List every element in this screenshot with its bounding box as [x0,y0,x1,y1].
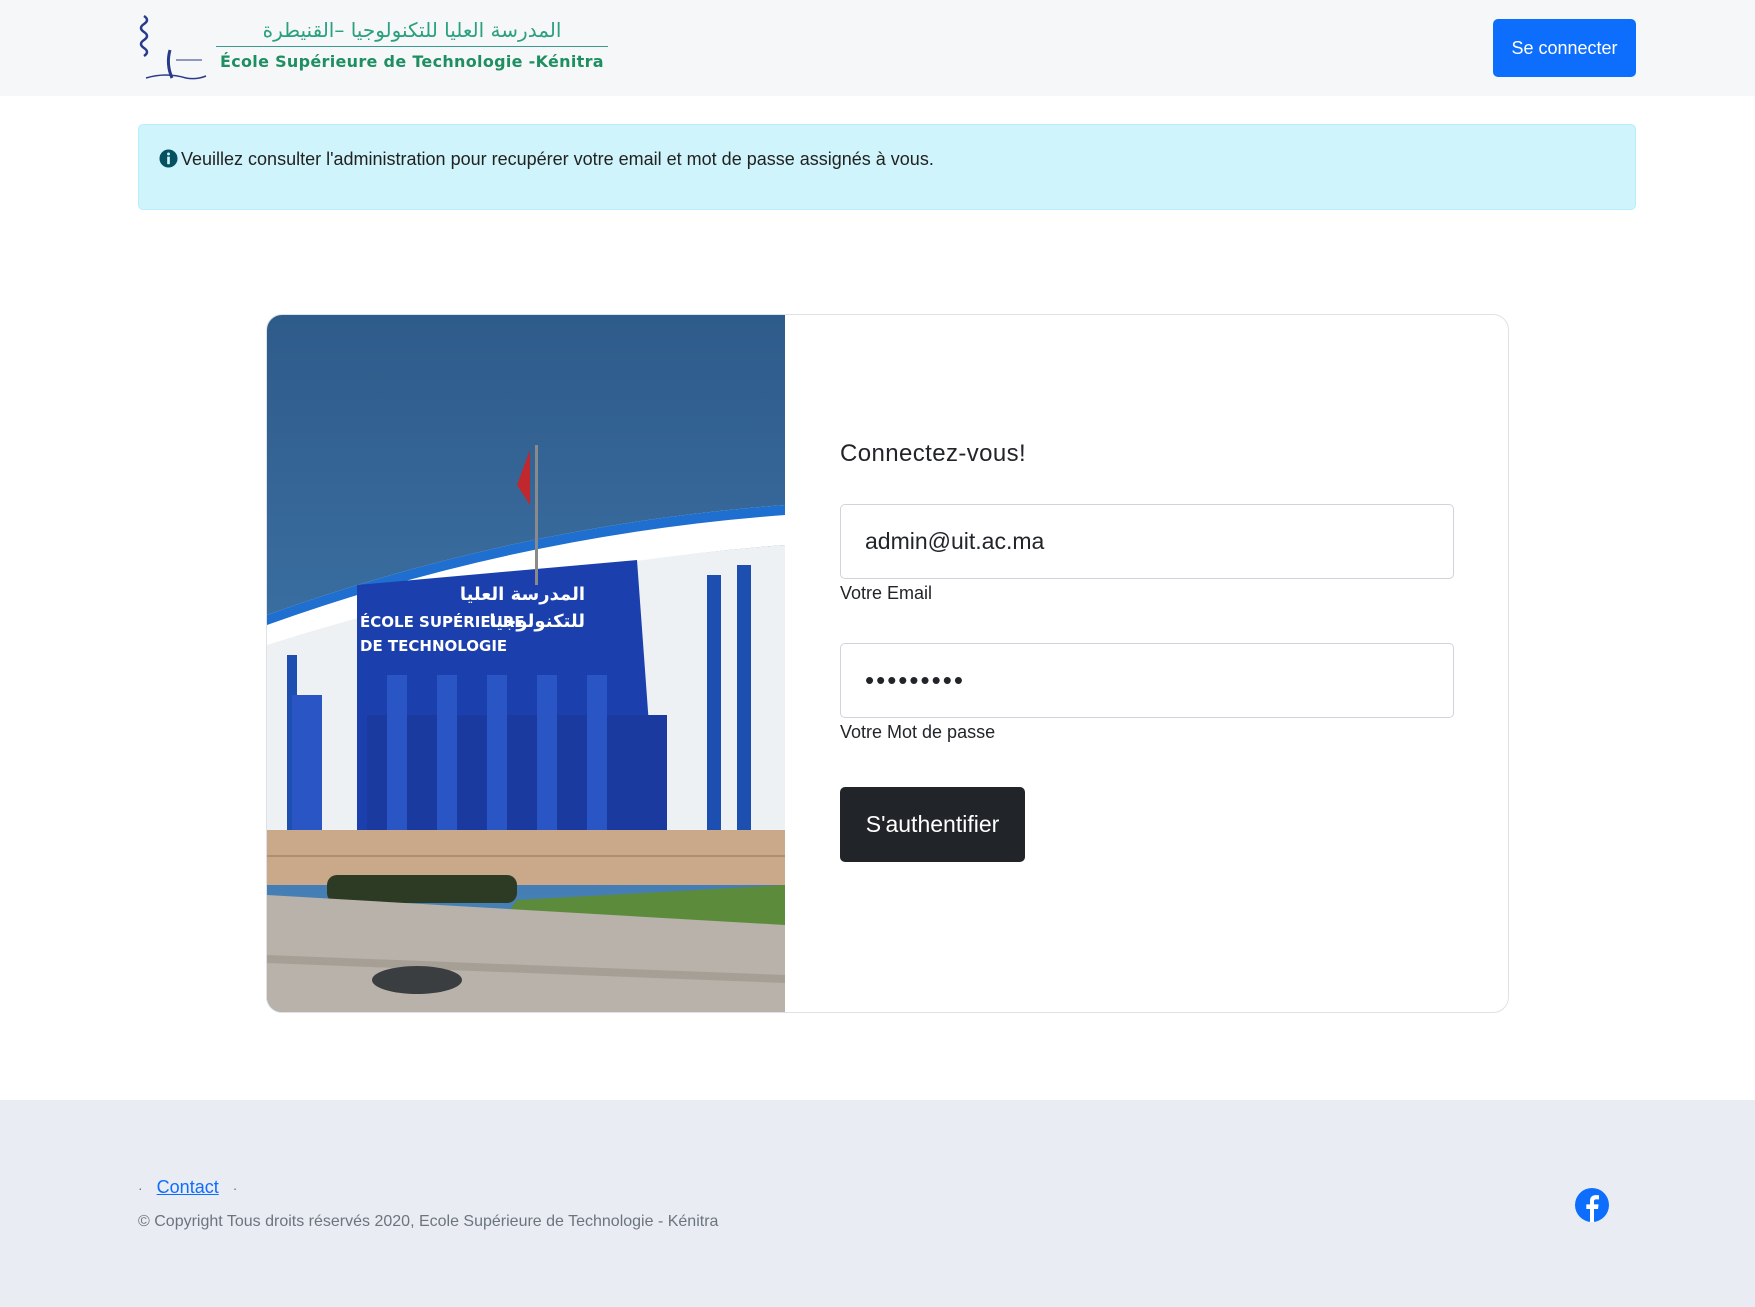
top-navbar: المدرسة العليا للتكنولوجيا –القنيطرة Éco… [0,0,1755,96]
password-label: Votre Mot de passe [840,722,996,742]
school-logo[interactable]: المدرسة العليا للتكنولوجيا –القنيطرة Éco… [138,12,613,84]
facebook-icon[interactable] [1575,1188,1609,1222]
authenticate-button[interactable]: S'authentifier [840,787,1025,862]
login-nav-button[interactable]: Se connecter [1493,19,1636,77]
logo-arabic-text: المدرسة العليا للتكنولوجيا –القنيطرة [262,18,562,42]
logo-divider [216,46,608,47]
facade-sign-ar-line1: المدرسة العليا [460,584,585,605]
email-input[interactable]: admin@uit.ac.ma [840,504,1454,579]
page-footer: · Contact · © Copyright Tous droits rése… [0,1100,1755,1307]
footer-links: · Contact · [138,1177,237,1198]
separator-dot: · [232,1179,238,1196]
info-icon [159,149,178,168]
facade-sign-ar-line2: للتكنولوجيا [489,611,585,632]
logo-emblem-icon [139,14,207,80]
form-title: Connectez-vous! [840,440,1027,467]
copyright-text: © Copyright Tous droits réservés 2020, E… [138,1213,719,1230]
email-label: Votre Email [840,583,933,603]
contact-link[interactable]: Contact [157,1177,219,1198]
login-card: ÉCOLE SUPÉRIEURE DE TECHNOLOGIE المدرسة … [266,314,1509,1013]
password-input[interactable]: ••••••••• [840,643,1454,718]
school-building-image: ÉCOLE SUPÉRIEURE DE TECHNOLOGIE المدرسة … [267,315,785,1012]
login-form: Connectez-vous! admin@uit.ac.ma Votre Em… [785,315,1508,1012]
info-alert: Veuillez consulter l'administration pour… [138,124,1636,210]
facade-sign-fr-line2: DE TECHNOLOGIE [360,637,507,655]
alert-message: Veuillez consulter l'administration pour… [181,149,934,169]
logo-french-text: École Supérieure de Technologie -Kénitra [220,52,604,71]
separator-dot: · [138,1179,143,1196]
